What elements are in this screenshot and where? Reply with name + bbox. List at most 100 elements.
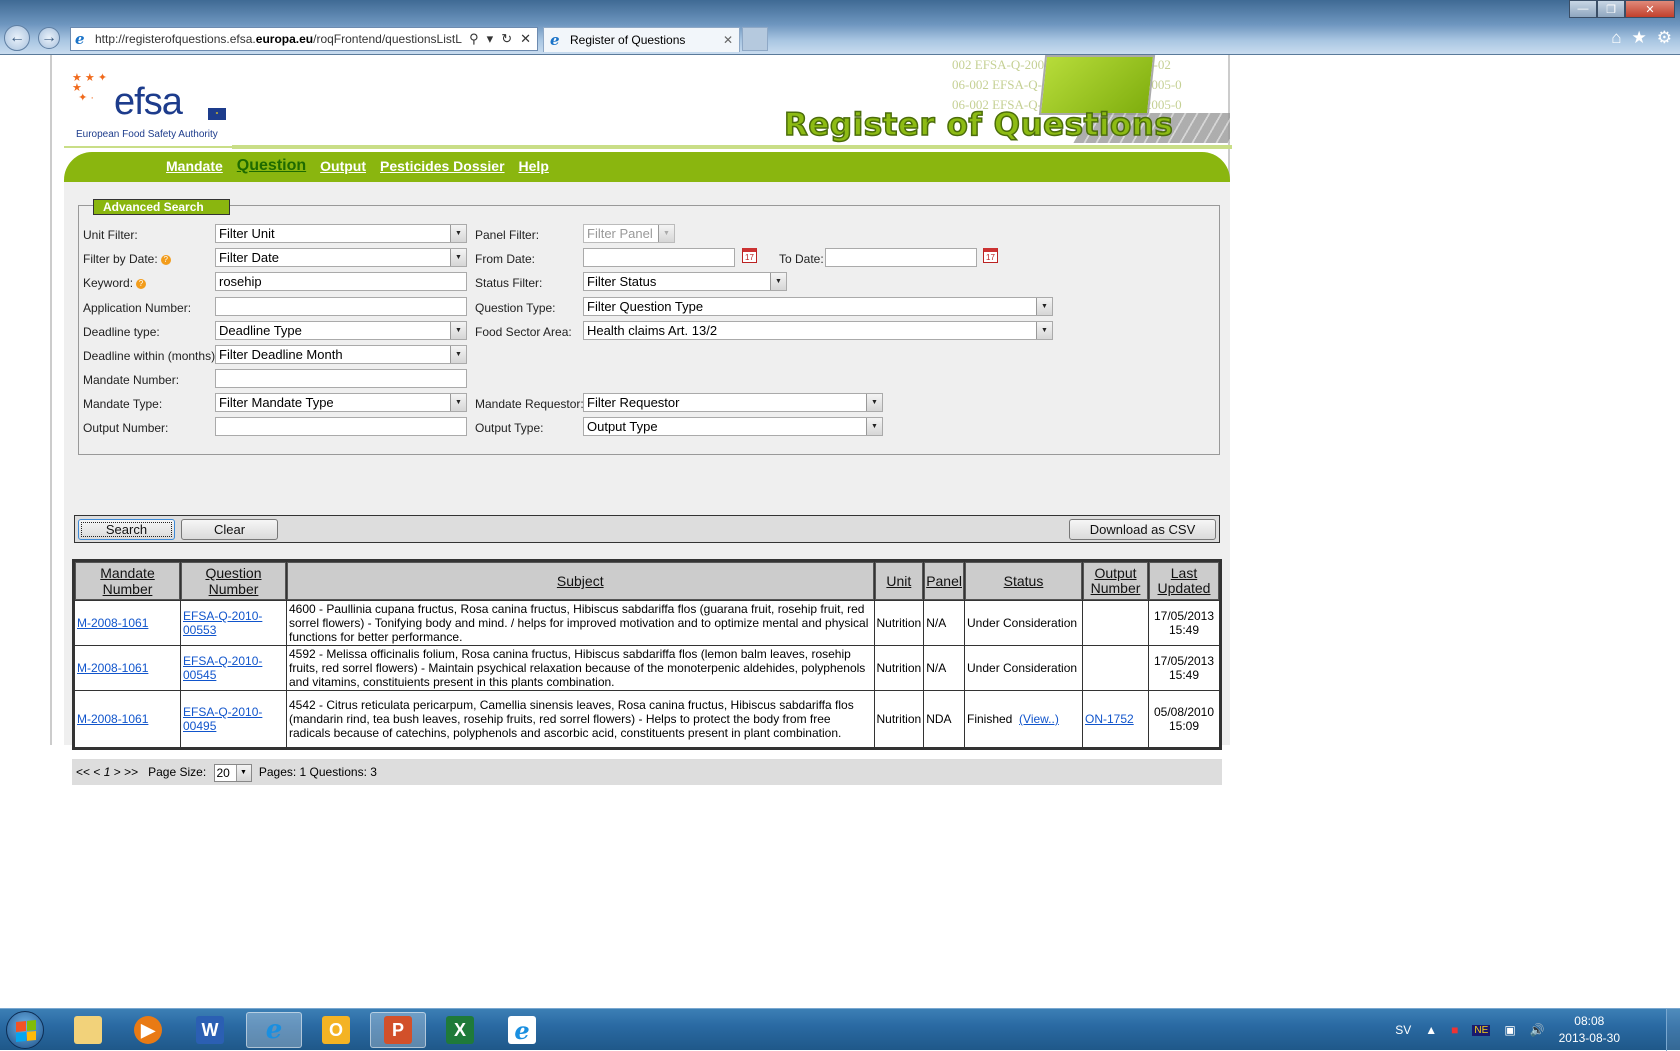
chevron-down-icon: ▼ [450, 394, 466, 411]
taskbar-explorer[interactable] [60, 1012, 116, 1048]
page-container: ★ ★ ✦ ★ ✦ · efsa ∘ European Food Safety A… [50, 55, 1232, 785]
banner: 002 EFSA-Q-2004-034 EFSA-Q-2005-02 06-00… [782, 55, 1230, 147]
table-row: M-2008-1061 EFSA-Q-2010-00553 4600 - Pau… [75, 601, 1219, 645]
output-type-select[interactable]: Output Type ▼ [583, 417, 883, 436]
forward-button[interactable]: → [38, 27, 60, 49]
home-icon[interactable]: ⌂ [1611, 28, 1621, 48]
mandate-number-label: Mandate Number: [83, 373, 180, 387]
column-output-number[interactable]: Output Number [1083, 562, 1148, 600]
mandate-type-select[interactable]: Filter Mandate Type ▼ [215, 393, 467, 412]
download-csv-button[interactable]: Download as CSV [1069, 519, 1216, 540]
network-icon[interactable]: ▣ [1504, 1023, 1515, 1037]
close-tab-icon[interactable]: ✕ [723, 33, 733, 47]
ne-app-icon[interactable]: NE [1472, 1024, 1491, 1036]
question-link[interactable]: EFSA-Q-2010-00553 [183, 609, 262, 637]
show-hidden-icons[interactable]: ▲ [1425, 1023, 1437, 1037]
to-date-input[interactable] [825, 248, 977, 267]
taskbar-media-player[interactable]: ▶ [120, 1012, 176, 1048]
clock[interactable]: 08:08 2013-08-30 [1559, 1013, 1620, 1047]
output-type-label: Output Type: [475, 421, 544, 435]
mandate-link[interactable]: M-2008-1061 [77, 712, 148, 726]
pager-next-links[interactable]: > >> [114, 765, 138, 779]
panel-cell: NDA [924, 691, 964, 747]
column-subject[interactable]: Subject [287, 562, 874, 600]
minimize-button[interactable]: — [1569, 0, 1597, 18]
calendar-icon[interactable]: 17 [742, 248, 757, 263]
address-bar[interactable]: e http://registerofquestions.efsa.europa… [70, 27, 538, 51]
pager-prev-links[interactable]: << < [76, 765, 100, 779]
page-size-select[interactable]: 20 ▼ [213, 763, 252, 782]
show-desktop-button[interactable] [1666, 1009, 1680, 1051]
food-sector-area-select[interactable]: Health claims Art. 13/2 ▼ [583, 321, 1053, 340]
view-output-link[interactable]: (View..) [1019, 712, 1059, 726]
deadline-month-select[interactable]: Filter Deadline Month ▼ [215, 345, 467, 364]
column-last-updated[interactable]: Last Updated [1149, 562, 1219, 600]
language-indicator[interactable]: SV [1395, 1023, 1411, 1037]
column-panel[interactable]: Panel [924, 562, 964, 600]
taskbar-outlook[interactable]: O [308, 1012, 364, 1048]
dropdown-arrow-icon[interactable]: ▾ [487, 31, 494, 47]
question-link[interactable]: EFSA-Q-2010-00495 [183, 705, 262, 733]
stop-icon[interactable]: ✕ [520, 31, 531, 47]
menu-help[interactable]: Help [519, 158, 549, 175]
new-tab-button[interactable] [742, 27, 768, 51]
address-url[interactable]: http://registerofquestions.efsa.europa.e… [95, 32, 469, 46]
favorites-star-icon[interactable]: ★ [1632, 28, 1647, 48]
status-filter-select[interactable]: Filter Status ▼ [583, 272, 787, 291]
menu-pesticides-dossier[interactable]: Pesticides Dossier [380, 158, 505, 175]
media-player-icon: ▶ [134, 1016, 162, 1044]
system-tray: SV ▲ ■ NE ▣ 🔊 08:08 2013-08-30 [1395, 1009, 1620, 1051]
from-date-input[interactable] [583, 248, 735, 267]
efsa-logo[interactable]: ★ ★ ✦ ★ ✦ · efsa ∘ European Food Safety A… [72, 73, 232, 145]
help-icon[interactable]: ? [160, 255, 171, 265]
calendar-icon[interactable]: 17 [983, 248, 998, 263]
filter-date-select[interactable]: Filter Date ▼ [215, 248, 467, 267]
start-button[interactable] [6, 1011, 44, 1049]
pager-current-page[interactable]: 1 [104, 765, 111, 779]
network-monitor-icon[interactable]: ■ [1451, 1023, 1458, 1037]
refresh-icon[interactable]: ↻ [501, 31, 512, 47]
search-icon[interactable]: ⚲ [469, 31, 479, 47]
application-number-input[interactable] [215, 297, 467, 316]
close-window-button[interactable]: ✕ [1625, 0, 1675, 18]
mandate-link[interactable]: M-2008-1061 [77, 616, 148, 630]
column-status[interactable]: Status [965, 562, 1082, 600]
results-table: Mandate Number Question Number Subject U… [72, 559, 1222, 750]
header-divider [64, 146, 232, 148]
output-number-input[interactable] [215, 417, 467, 436]
panel-filter-label: Panel Filter: [475, 228, 540, 242]
unit-filter-select[interactable]: Filter Unit ▼ [215, 224, 467, 243]
search-button[interactable]: Search [78, 519, 175, 540]
taskbar-internet-explorer[interactable]: e [246, 1012, 302, 1048]
back-button[interactable]: ← [4, 25, 30, 51]
column-question-number[interactable]: Question Number [181, 562, 286, 600]
menu-output[interactable]: Output [320, 158, 366, 175]
clear-button[interactable]: Clear [181, 519, 278, 540]
keyword-input[interactable]: rosehip [215, 272, 467, 291]
taskbar-excel[interactable]: X [432, 1012, 488, 1048]
menu-mandate[interactable]: Mandate [166, 158, 223, 175]
windows-taskbar: ▶ W e O P X e SV ▲ ■ NE ▣ 🔊 08:08 2013-0… [0, 1008, 1680, 1051]
volume-icon[interactable]: 🔊 [1530, 1023, 1545, 1037]
menu-question[interactable]: Question [237, 157, 306, 175]
mandate-requestor-select[interactable]: Filter Requestor ▼ [583, 393, 883, 412]
help-icon[interactable]: ? [136, 279, 147, 289]
taskbar-powerpoint[interactable]: P [370, 1012, 426, 1048]
tools-gear-icon[interactable]: ⚙ [1657, 28, 1672, 48]
column-mandate-number[interactable]: Mandate Number [75, 562, 180, 600]
mandate-number-input[interactable] [215, 369, 467, 388]
taskbar-internet-explorer-2[interactable]: e [494, 1012, 550, 1048]
column-unit[interactable]: Unit [874, 562, 924, 600]
browser-tab-active[interactable]: e Register of Questions ✕ [543, 27, 740, 52]
output-number-link[interactable]: ON-1752 [1085, 712, 1134, 726]
question-type-select[interactable]: Filter Question Type ▼ [583, 297, 1053, 316]
mandate-link[interactable]: M-2008-1061 [77, 661, 148, 675]
question-link[interactable]: EFSA-Q-2010-00545 [183, 654, 262, 682]
deadline-type-select[interactable]: Deadline Type ▼ [215, 321, 467, 340]
question-type-label: Question Type: [475, 301, 556, 315]
restore-button[interactable]: ❐ [1597, 0, 1625, 18]
output-number-label: Output Number: [83, 421, 169, 435]
taskbar-word[interactable]: W [182, 1012, 238, 1048]
food-sector-area-label: Food Sector Area: [475, 325, 572, 339]
table-row: M-2008-1061 EFSA-Q-2010-00545 4592 - Mel… [75, 646, 1219, 690]
